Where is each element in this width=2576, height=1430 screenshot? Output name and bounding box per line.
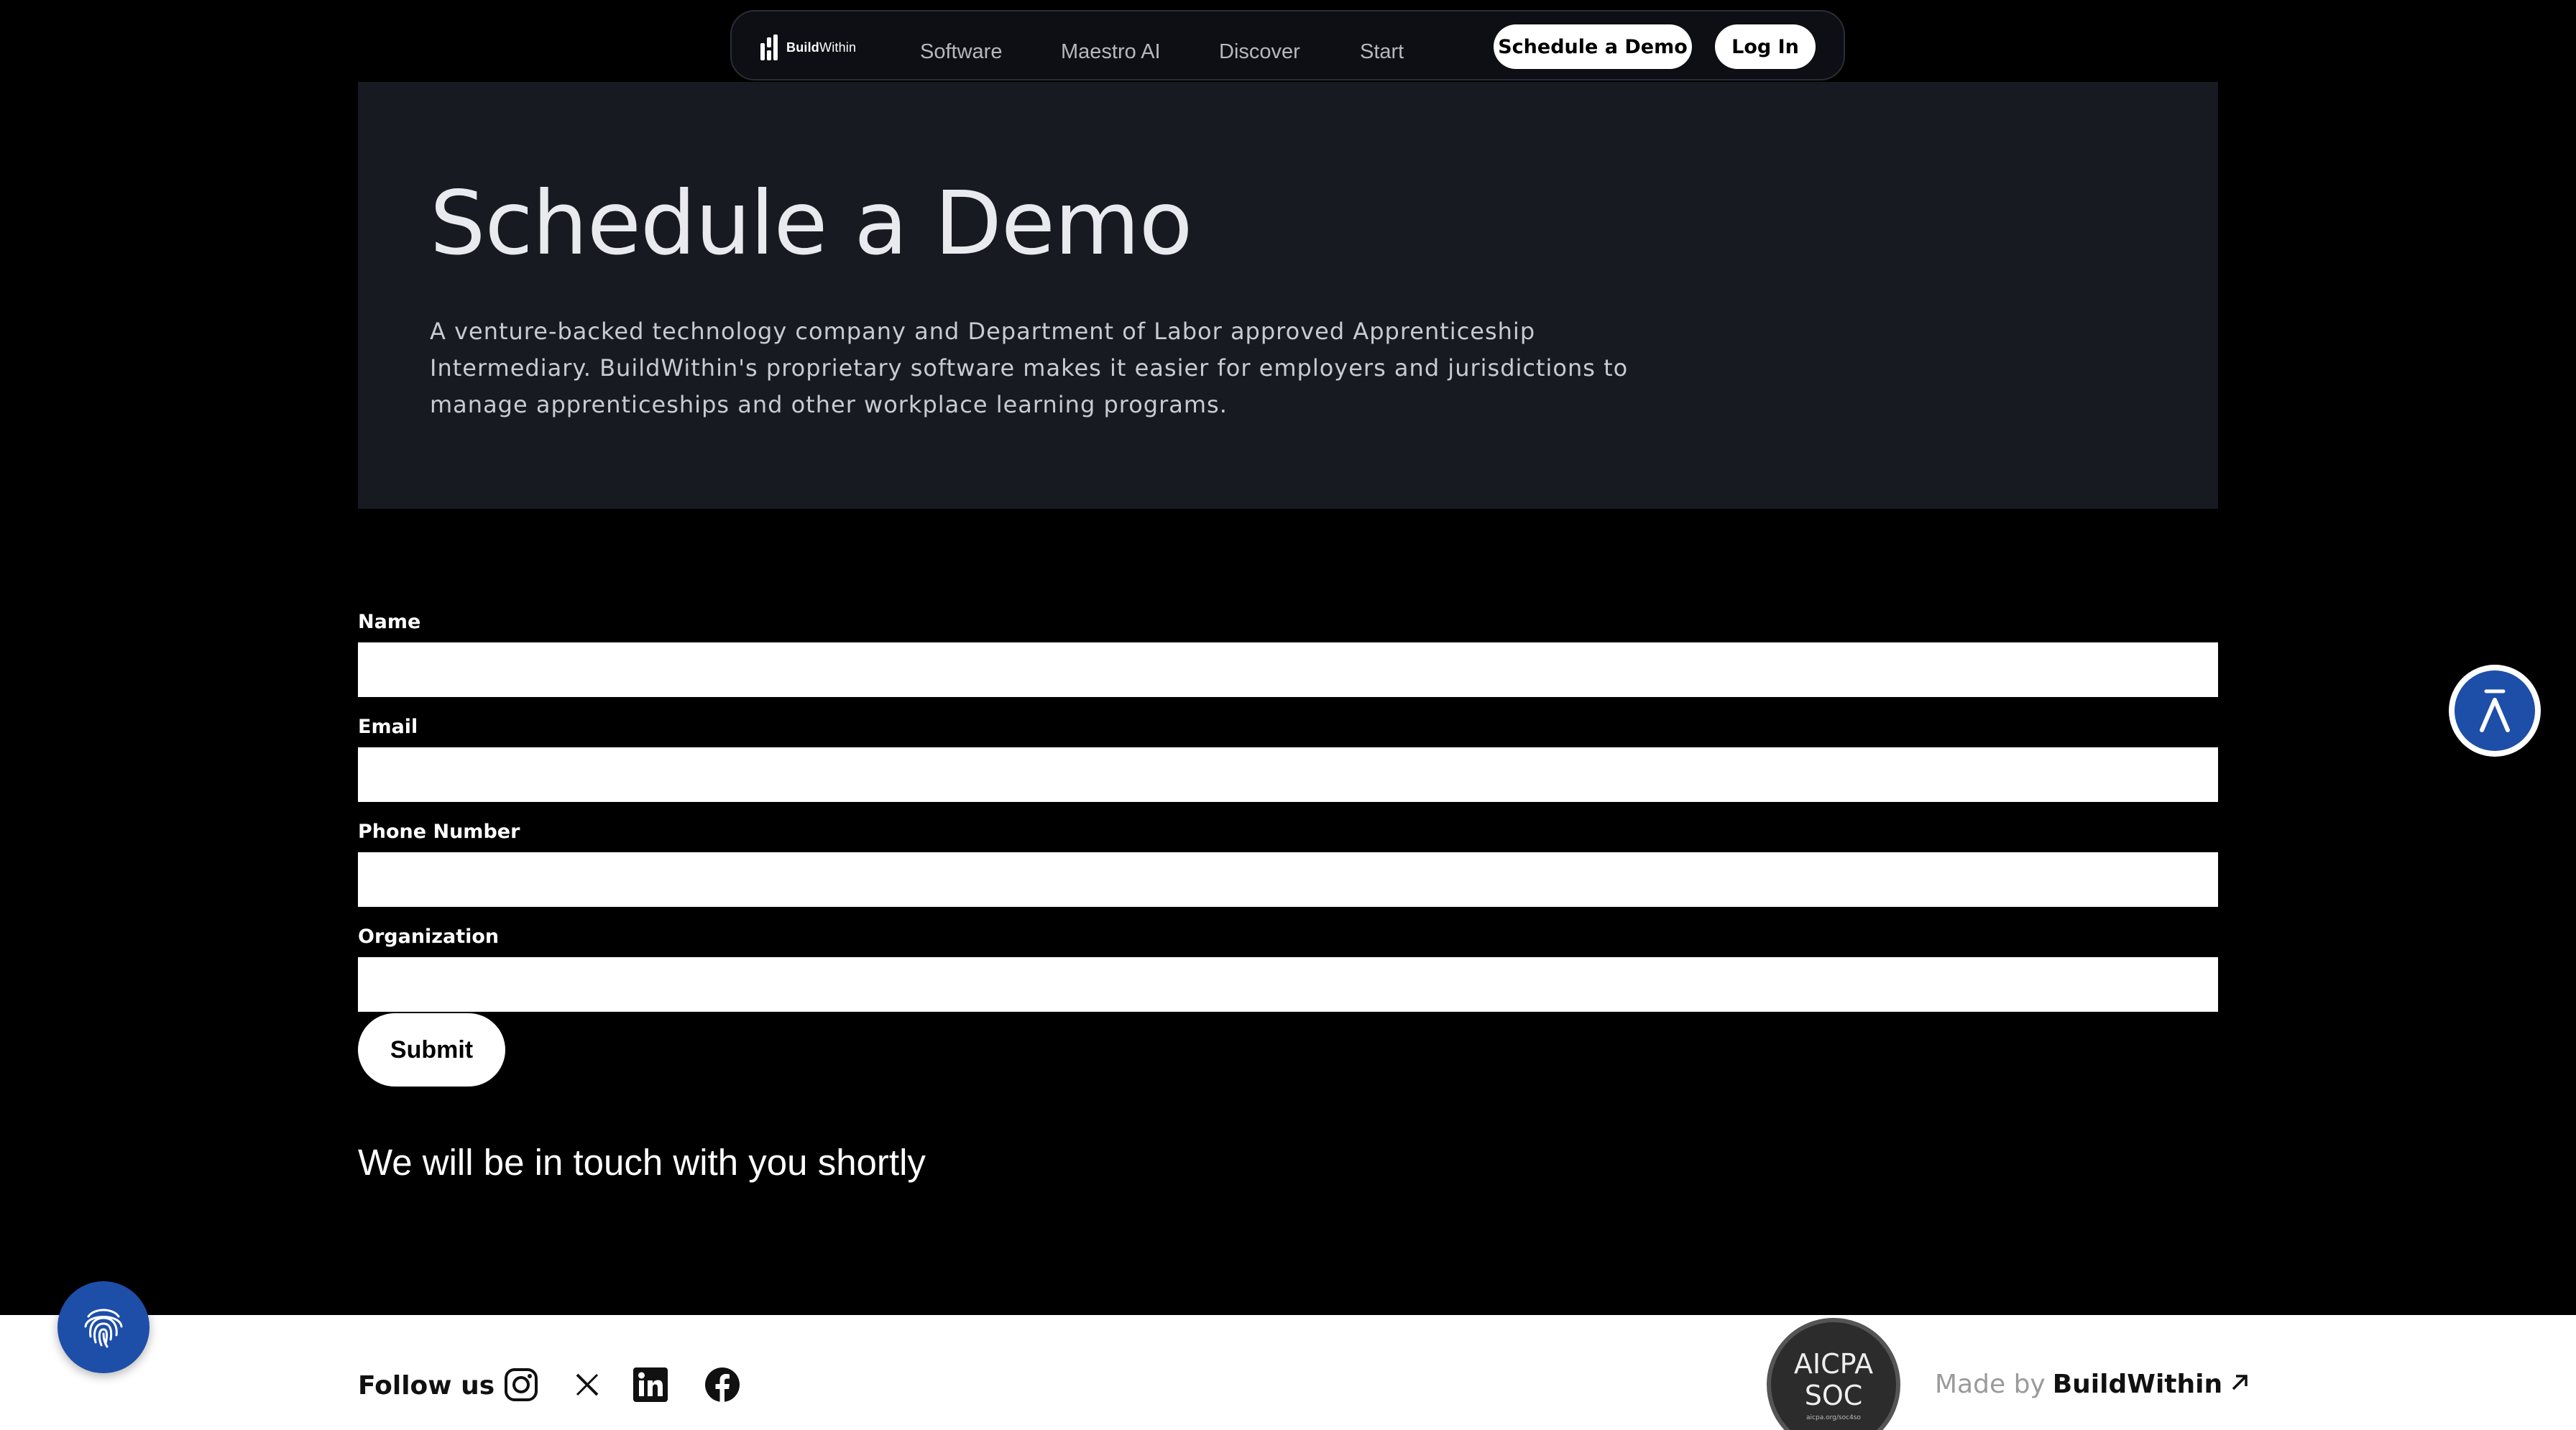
logo-text: BuildWithin	[786, 40, 857, 55]
instagram-icon[interactable]	[503, 1367, 539, 1403]
logo-mark-icon	[760, 34, 781, 60]
organization-field[interactable]	[358, 957, 2218, 1012]
hero-section: Schedule a Demo A venture-backed technol…	[358, 82, 2218, 509]
phone-field[interactable]	[358, 852, 2218, 907]
aicpa-soc-badge: AICPA SOC aicpa.org/soc4so	[1767, 1318, 1900, 1430]
demo-form: Name Email Phone Number Organization Sub…	[358, 609, 2218, 1087]
follow-us-label: Follow us	[358, 1371, 495, 1401]
fingerprint-button[interactable]	[58, 1281, 150, 1373]
nav-link-maestro-ai[interactable]: Maestro AI	[1061, 42, 1161, 63]
page-title: Schedule a Demo	[430, 172, 1192, 275]
phone-label: Phone Number	[358, 821, 520, 843]
footer: Follow us AICPA SOC aicpa.org/soc4so Mad…	[0, 1315, 2576, 1430]
made-by-prefix: Made by	[1935, 1370, 2046, 1399]
submit-button[interactable]: Submit	[358, 1013, 505, 1087]
buildwithin-logo[interactable]: BuildWithin	[760, 34, 856, 60]
linkedin-icon[interactable]	[632, 1367, 668, 1403]
login-button[interactable]: Log In	[1715, 24, 1816, 69]
nav-link-software[interactable]: Software	[920, 42, 1002, 63]
hero-description: A venture-backed technology company and …	[430, 318, 1629, 418]
facebook-icon[interactable]	[704, 1367, 740, 1403]
email-field[interactable]	[358, 747, 2218, 802]
fingerprint-icon	[78, 1301, 129, 1355]
nav-link-start[interactable]: Start	[1360, 42, 1404, 63]
accessibility-icon	[2455, 670, 2535, 751]
schedule-demo-button[interactable]: Schedule a Demo	[1494, 24, 1692, 69]
arrow-up-right-icon	[2230, 1370, 2250, 1399]
confirmation-message: We will be in touch with you shortly	[358, 1142, 926, 1183]
name-label: Name	[358, 611, 421, 633]
page: BuildWithin Software Maestro AI Discover…	[0, 0, 2576, 1430]
nav-link-discover[interactable]: Discover	[1219, 42, 1300, 63]
email-label: Email	[358, 716, 418, 738]
top-nav: BuildWithin Software Maestro AI Discover…	[730, 10, 1845, 80]
organization-label: Organization	[358, 926, 500, 948]
made-by-brand: BuildWithin	[2052, 1370, 2223, 1399]
made-by-link[interactable]: Made by BuildWithin	[1935, 1370, 2250, 1399]
accessibility-button[interactable]	[2449, 665, 2541, 757]
x-icon[interactable]	[569, 1367, 605, 1403]
name-field[interactable]	[358, 642, 2218, 697]
